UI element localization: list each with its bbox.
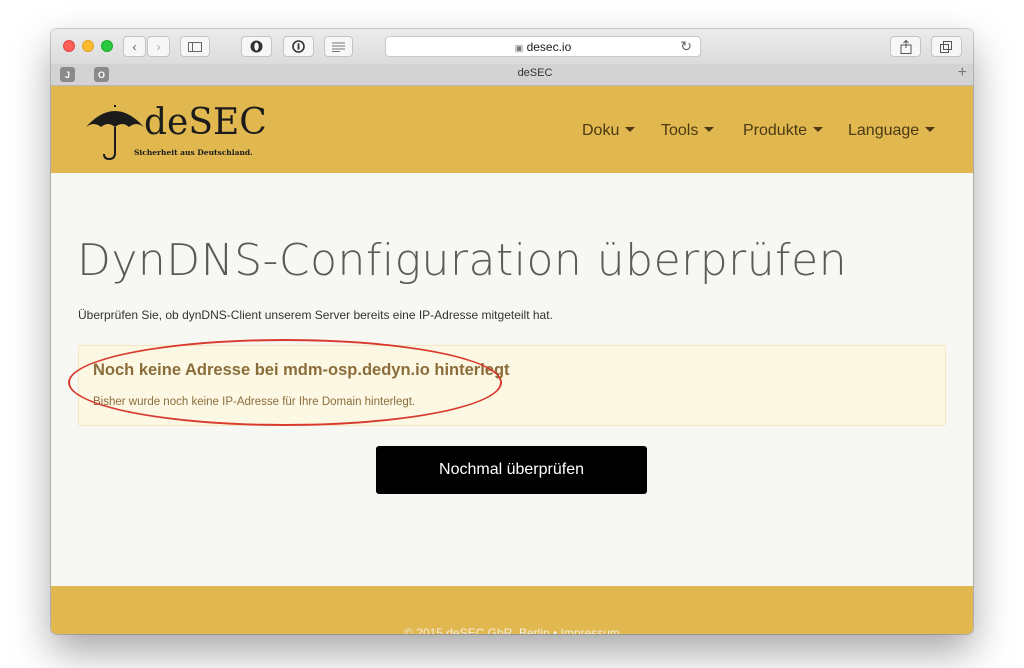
nav-item-label: Produkte	[743, 122, 808, 139]
lock-icon: ▣	[514, 43, 524, 53]
tabs-overview-button[interactable]	[931, 36, 962, 57]
zoom-window-button[interactable]	[101, 40, 113, 52]
highlight-circle	[68, 339, 502, 426]
share-button[interactable]	[890, 36, 921, 57]
caret-down-icon	[925, 127, 936, 133]
sidebar-icon	[188, 41, 202, 52]
tabs-icon	[940, 40, 952, 53]
caret-down-icon	[704, 127, 715, 133]
nav-item-language[interactable]: Language	[848, 122, 936, 140]
pinned-tab-2[interactable]: O	[94, 67, 109, 82]
new-tab-button[interactable]: +	[958, 64, 967, 82]
nav-item-doku[interactable]: Doku	[582, 122, 636, 140]
site-navbar: deSEC Sicherheit aus Deutschland. Doku T…	[51, 86, 973, 173]
close-window-button[interactable]	[63, 40, 75, 52]
url-display: ▣ desec.io	[386, 40, 700, 54]
nav-item-label: Language	[848, 122, 920, 139]
main-content: DynDNS-Configuration überprüfen Überprüf…	[51, 173, 973, 586]
caret-down-icon	[813, 127, 824, 133]
sidebar-button[interactable]	[180, 36, 210, 57]
nav-item-label: Doku	[582, 122, 620, 139]
share-icon	[900, 39, 911, 54]
footer-text: © 2015 deSEC GbR, Berlin • Impressum	[404, 626, 620, 634]
nav-item-produkte[interactable]: Produkte	[743, 122, 824, 140]
tab-bar: J O deSEC +	[51, 64, 973, 86]
active-tab-title[interactable]: deSEC	[117, 67, 953, 79]
nav-item-tools[interactable]: Tools	[661, 122, 715, 140]
browser-toolbar: ‹ › ▣ desec.io ↻	[51, 29, 973, 65]
pinned-tab-1[interactable]: J	[60, 67, 75, 82]
onepassword-icon	[292, 40, 305, 53]
reader-icon	[332, 42, 345, 52]
extension-1-button[interactable]	[241, 36, 272, 57]
reload-icon[interactable]: ↻	[680, 38, 692, 55]
recheck-button[interactable]: Nochmal überprüfen	[376, 446, 647, 494]
nav-item-label: Tools	[661, 122, 699, 139]
page-lead: Überprüfen Sie, ob dynDNS-Client unserem…	[78, 308, 553, 322]
reader-button[interactable]	[324, 36, 353, 57]
url-text: desec.io	[526, 40, 572, 54]
logo-name[interactable]: deSEC	[144, 102, 267, 143]
chevron-right-icon: ›	[156, 39, 161, 54]
page-title: DynDNS-Configuration überprüfen	[77, 235, 848, 286]
browser-window: ‹ › ▣ desec.io ↻ J O deSEC + deSEC Siche…	[51, 29, 973, 634]
logo-tagline: Sicherheit aus Deutschland.	[134, 148, 253, 157]
chevron-left-icon: ‹	[132, 39, 137, 54]
password-manager-button[interactable]	[283, 36, 314, 57]
opera-icon	[250, 40, 263, 53]
site-footer: © 2015 deSEC GbR, Berlin • Impressum	[51, 586, 973, 634]
minimize-window-button[interactable]	[82, 40, 94, 52]
back-button[interactable]: ‹	[123, 36, 146, 57]
address-bar[interactable]: ▣ desec.io ↻	[385, 36, 701, 57]
forward-button[interactable]: ›	[147, 36, 170, 57]
caret-down-icon	[625, 127, 636, 133]
